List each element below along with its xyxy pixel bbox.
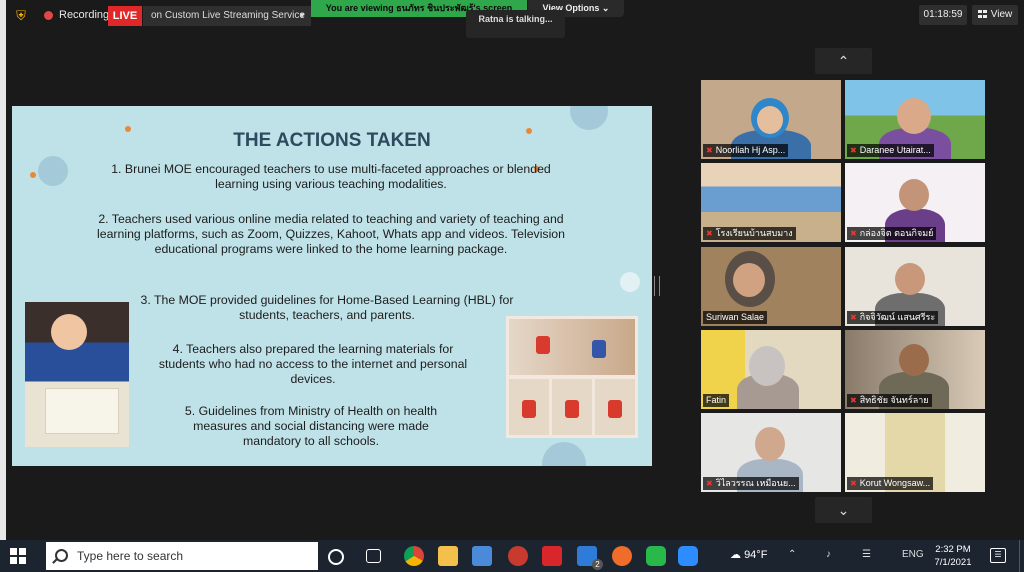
participant-video-tile[interactable]: ✖ กล่องจิต ตอนกิจมย์ <box>845 163 985 242</box>
record-dot-icon <box>44 11 53 20</box>
participant-video-tile[interactable]: ✖ Noorliah Hj Asp... <box>701 80 841 159</box>
recording-label[interactable]: Recording <box>59 9 109 21</box>
participant-video-tile[interactable]: ✖ Korut Wongsaw... <box>845 413 985 492</box>
virus-decoration <box>570 106 608 130</box>
slide-point-4: 4. Teachers also prepared the learning m… <box>158 342 468 386</box>
file-explorer-icon[interactable] <box>438 546 458 566</box>
mail-badge: 2 <box>592 559 603 570</box>
muted-mic-icon: ✖ <box>850 146 857 155</box>
shield-icon[interactable]: ⛨ <box>14 8 28 24</box>
participant-name: กิจจิวัฒน์ แสนศรีระ <box>859 312 936 322</box>
participant-video-tile[interactable]: Suriwan Salae <box>701 247 841 326</box>
participant-video-tile[interactable]: ✖ โรงเรียนบ้านสบมาง <box>701 163 841 242</box>
chevron-down-icon: ⌄ <box>837 502 850 518</box>
meeting-topbar: ⛨ Recording LIVE on Custom Live Streamin… <box>0 0 1024 38</box>
bubble-decoration <box>620 272 640 292</box>
participant-video-tile[interactable]: ✖ วิไลวรรณ เหมือนย... <box>701 413 841 492</box>
slide-title: THE ACTIONS TAKEN <box>233 130 431 151</box>
muted-mic-icon: ✖ <box>706 479 713 488</box>
splitter-handle[interactable] <box>654 276 660 296</box>
muted-mic-icon: ✖ <box>850 479 857 488</box>
slide-point-1: 1. Brunei MOE encouraged teachers to use… <box>111 162 551 191</box>
gallery-scroll-up-button[interactable]: ⌃ <box>815 48 872 74</box>
mail-icon[interactable]: 2 <box>577 546 603 570</box>
participant-name: Suriwan Salae <box>706 312 765 322</box>
start-button[interactable] <box>10 548 26 564</box>
taskbar-clock[interactable]: 2:32 PM 7/1/2021 <box>928 543 978 569</box>
muted-mic-icon: ✖ <box>850 313 857 322</box>
cortana-icon[interactable] <box>328 549 344 565</box>
search-placeholder: Type here to search <box>77 549 184 563</box>
store-icon[interactable] <box>472 546 492 566</box>
caret-down-icon: ▼ <box>298 11 306 20</box>
windows-taskbar: Type here to search 2 ☁ 94°F ⌃ ♪ ☰ ENG 2… <box>0 540 1024 572</box>
clock-time: 2:32 PM <box>935 544 971 555</box>
temperature: 94°F <box>744 549 768 561</box>
search-icon <box>55 549 68 562</box>
left-scrollbar[interactable] <box>0 0 6 540</box>
mcafee-icon[interactable] <box>542 546 562 566</box>
slide-point-3: 3. The MOE provided guidelines for Home-… <box>140 293 514 322</box>
grid-icon <box>977 10 987 18</box>
chrome-icon[interactable] <box>404 546 424 566</box>
participant-name: วิไลวรรณ เหมือนย... <box>715 478 796 488</box>
stream-label: on Custom Live Streaming Service <box>151 10 305 21</box>
zoom-icon[interactable] <box>678 546 698 566</box>
participant-video-tile[interactable]: ✖ สิทธิชัย จันทร์ลาย <box>845 330 985 409</box>
live-badge[interactable]: LIVE <box>108 6 142 26</box>
shared-screen-slide: THE ACTIONS TAKEN 1. Brunei MOE encourag… <box>12 106 652 466</box>
taskbar-search-box[interactable]: Type here to search <box>46 542 318 570</box>
firefox-icon[interactable] <box>612 546 632 566</box>
app-icon[interactable] <box>508 546 528 566</box>
chevron-down-icon: ⌄ <box>601 3 610 13</box>
muted-mic-icon: ✖ <box>850 229 857 238</box>
stream-dropdown[interactable]: on Custom Live Streaming Service ▼ <box>143 6 311 26</box>
input-language[interactable]: ENG <box>902 549 924 560</box>
cloud-icon: ☁ <box>730 549 745 561</box>
tray-overflow-icon[interactable]: ⌃ <box>788 549 796 560</box>
line-icon[interactable] <box>646 546 666 566</box>
participant-video-tile[interactable]: Fatin <box>701 330 841 409</box>
dot-decoration <box>30 172 36 178</box>
participant-name: Daranee Utairat... <box>859 145 931 155</box>
clock-date: 7/1/2021 <box>934 557 972 568</box>
participant-name: Fatin <box>706 395 727 405</box>
notification-icon[interactable]: ☰ <box>990 548 1006 563</box>
participant-name: กล่องจิต ตอนกิจมย์ <box>859 228 934 238</box>
muted-mic-icon: ✖ <box>850 396 857 405</box>
virus-decoration <box>38 156 68 186</box>
slide-point-2: 2. Teachers used various online media re… <box>97 212 565 256</box>
participant-video-tile[interactable]: ✖ Daranee Utairat... <box>845 80 985 159</box>
child-studying-photo <box>25 302 129 447</box>
participant-name: สิทธิชัย จันทร์ลาย <box>859 395 929 405</box>
active-speaker-indicator: Ratna is talking... <box>466 10 565 38</box>
participant-video-tile[interactable]: ✖ กิจจิวัฒน์ แสนศรีระ <box>845 247 985 326</box>
task-view-icon[interactable] <box>366 549 381 563</box>
participant-name: Korut Wongsaw... <box>859 478 931 488</box>
virus-decoration <box>542 442 586 466</box>
show-desktop-button[interactable] <box>1019 540 1024 572</box>
participant-name: โรงเรียนบ้านสบมาง <box>715 228 793 238</box>
muted-mic-icon: ✖ <box>706 146 713 155</box>
muted-mic-icon: ✖ <box>706 229 713 238</box>
view-button[interactable]: View <box>972 5 1018 25</box>
volume-icon[interactable]: ♪ <box>826 549 831 560</box>
meeting-timer: 01:18:59 <box>919 5 967 25</box>
network-icon[interactable]: ☰ <box>862 549 871 560</box>
weather-widget[interactable]: ☁ 94°F <box>730 548 767 561</box>
participant-name: Noorliah Hj Asp... <box>715 145 786 155</box>
gallery-scroll-down-button[interactable]: ⌄ <box>815 497 872 523</box>
slide-point-5: 5. Guidelines from Ministry of Health on… <box>184 404 438 448</box>
children-collage-photo <box>506 316 638 438</box>
view-label: View <box>990 9 1013 20</box>
chevron-up-icon: ⌃ <box>837 53 850 69</box>
